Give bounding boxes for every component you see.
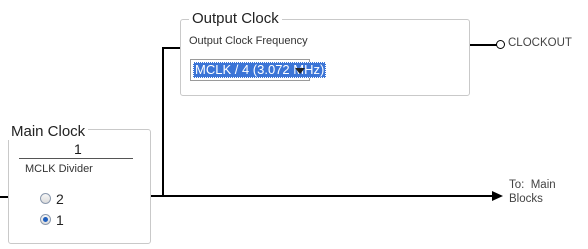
main-bus-wire <box>150 195 492 197</box>
to-main-blocks-label-line1: To: Main <box>509 179 556 191</box>
to-main-arrow-icon <box>492 191 503 201</box>
output-clock-frequency-dropdown[interactable]: MCLK / 4 (3.072 MHz) <box>190 59 327 81</box>
mclk-divider-2-radio[interactable] <box>40 193 51 204</box>
mclk-divider-label: MCLK Divider <box>25 163 93 175</box>
clockout-terminal-icon <box>496 40 505 49</box>
mclk-divider-1-radio[interactable] <box>40 214 51 225</box>
output-clock-feed-wire <box>162 47 180 49</box>
mclk-divider-1-label[interactable]: 1 <box>56 213 64 227</box>
mclk-divider-2-label[interactable]: 2 <box>56 192 64 206</box>
output-clock-frequency-label: Output Clock Frequency <box>189 35 308 47</box>
output-clock-group <box>180 19 470 96</box>
vertical-branch-wire <box>162 48 164 197</box>
divider-numerator: 1 <box>74 141 82 157</box>
dropdown-selected-value: MCLK / 4 (3.072 MHz) <box>193 62 327 78</box>
fraction-bar <box>19 158 133 159</box>
main-clock-title: Main Clock <box>8 124 89 140</box>
chevron-down-icon[interactable] <box>295 68 305 74</box>
clockout-label: CLOCKOUT <box>508 37 572 49</box>
output-clock-title: Output Clock <box>189 11 282 27</box>
to-main-blocks-label-line2: Blocks <box>509 193 543 205</box>
clockout-wire <box>470 44 498 46</box>
